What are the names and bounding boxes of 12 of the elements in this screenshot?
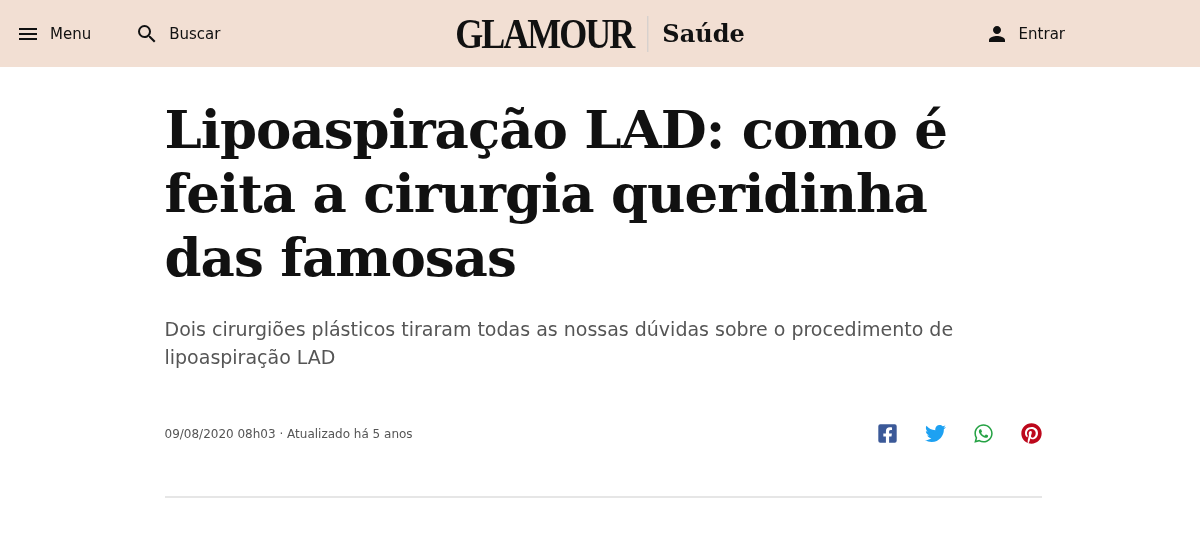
section-link[interactable]: Saúde (662, 19, 745, 48)
pinterest-icon[interactable] (1020, 423, 1042, 444)
search-button[interactable]: Buscar (135, 21, 221, 46)
article-title: Lipoaspiração LAD: como é feita a cirurgia queridinha das famosas (164, 97, 948, 289)
menu-button[interactable]: Menu (16, 21, 92, 46)
site-logo[interactable]: GLAMOUR (455, 9, 634, 58)
whatsapp-icon[interactable] (972, 423, 994, 444)
bird-icon[interactable] (924, 423, 946, 444)
publish-date: 09/08/2020 08h03 · Atualizado há 5 anos (164, 426, 413, 441)
login-button[interactable]: Entrar (984, 21, 1065, 46)
facebook-icon[interactable] (876, 423, 898, 444)
article-subtitle: Dois cirurgiões plásticos tiraram todas as nossas dúvidas sobre o procedimento de lipoaspiração LAD (164, 317, 955, 370)
